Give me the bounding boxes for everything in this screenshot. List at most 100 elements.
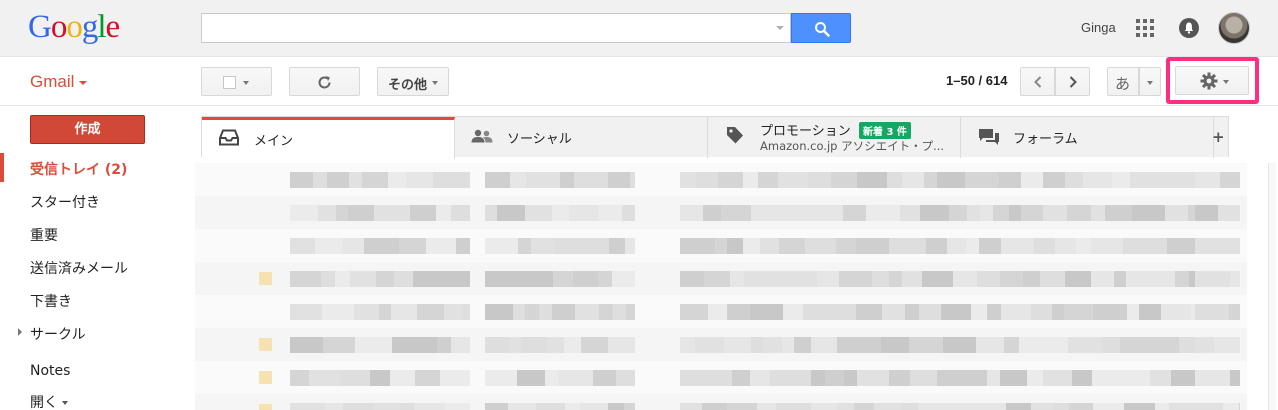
- obscured-text-block: [394, 271, 413, 287]
- obscured-text-block: [727, 238, 743, 254]
- input-tools-dropdown[interactable]: [1139, 67, 1161, 96]
- star-icon[interactable]: [259, 338, 272, 351]
- chevron-down-icon: [243, 81, 249, 85]
- tab-forums[interactable]: フォーラム: [961, 117, 1214, 158]
- search-options-caret-icon[interactable]: [776, 26, 784, 30]
- obscured-text-block: [630, 172, 635, 188]
- obscured-text-block: [887, 172, 902, 188]
- message-row[interactable]: [195, 328, 1247, 361]
- tab-promotions[interactable]: プロモーション 新着 3 件 Amazon.co.jp アソシエイト・プ...: [708, 117, 961, 158]
- obscured-text-block: [1165, 205, 1188, 221]
- star-icon[interactable]: [259, 272, 272, 285]
- obscured-text-block: [1195, 172, 1220, 188]
- obscured-text-block: [770, 370, 798, 386]
- more-actions-button[interactable]: その他: [377, 67, 449, 96]
- notifications-bell-icon[interactable]: [1179, 18, 1199, 38]
- obscured-text-block: [732, 370, 750, 386]
- chevron-down-icon: [62, 401, 68, 405]
- obscured-text-block: [558, 370, 593, 386]
- obscured-text-block: [1223, 403, 1239, 410]
- add-tab-button[interactable]: +: [1212, 128, 1225, 146]
- obscured-text-block: [622, 205, 635, 221]
- obscured-text-block: [1091, 271, 1114, 287]
- refresh-button[interactable]: [289, 67, 360, 96]
- sidebar-item-important[interactable]: 重要: [30, 225, 58, 245]
- tab-primary[interactable]: メイン: [202, 117, 455, 159]
- user-name[interactable]: Ginga: [1081, 20, 1116, 35]
- message-row[interactable]: [195, 163, 1247, 196]
- obscured-text-block: [374, 205, 388, 221]
- sidebar-item-more[interactable]: 開く: [30, 392, 68, 410]
- input-tools-label: あ: [1115, 75, 1131, 93]
- tab-social[interactable]: ソーシャル: [455, 117, 708, 158]
- input-tools-button[interactable]: あ: [1107, 67, 1139, 96]
- sidebar-item-starred[interactable]: スター付き: [30, 192, 100, 212]
- previous-page-button[interactable]: [1020, 67, 1055, 96]
- sidebar-item-notes[interactable]: Notes: [30, 363, 70, 379]
- obscured-text-block: [485, 205, 497, 221]
- obscured-text-block: [526, 172, 560, 188]
- obscured-text-block: [309, 370, 340, 386]
- obscured-text-block: [485, 238, 518, 254]
- obscured-text-block: [1239, 403, 1240, 410]
- obscured-text-block: [700, 370, 717, 386]
- obscured-text-block: [822, 205, 843, 221]
- obscured-text-block: [451, 205, 470, 221]
- obscured-text-block: [426, 238, 456, 254]
- obscured-text-block: [1006, 403, 1031, 410]
- message-row[interactable]: [195, 394, 1247, 410]
- sidebar-item-drafts[interactable]: 下書き: [30, 291, 72, 311]
- obscured-text-block: [1000, 271, 1023, 287]
- chevron-right-icon: [1069, 76, 1077, 88]
- logo-letter: G: [28, 9, 52, 45]
- obscured-text-block: [1091, 238, 1123, 254]
- obscured-text-block: [517, 370, 545, 386]
- select-all-button[interactable]: [201, 67, 272, 96]
- people-icon: [471, 129, 493, 143]
- obscured-text-block: [525, 304, 539, 320]
- account-avatar[interactable]: [1218, 12, 1250, 44]
- google-logo[interactable]: Google: [28, 9, 120, 45]
- new-count-badge: 新着 3 件: [859, 122, 911, 139]
- obscured-text-block: [406, 172, 433, 188]
- obscured-text-block: [290, 403, 325, 410]
- compose-button[interactable]: 作成: [30, 115, 145, 144]
- obscured-text-block: [573, 271, 598, 287]
- next-page-button[interactable]: [1055, 67, 1090, 96]
- obscured-text-block: [456, 172, 470, 188]
- obscured-text-block: [702, 403, 727, 410]
- checkbox-icon[interactable]: [223, 76, 236, 89]
- star-icon[interactable]: [259, 371, 272, 384]
- tab-forums-label: フォーラム: [1013, 132, 1078, 147]
- obscured-text-block: [525, 205, 552, 221]
- message-row[interactable]: [195, 295, 1247, 328]
- obscured-text-block: [503, 271, 518, 287]
- message-list[interactable]: [195, 163, 1247, 410]
- obscured-text-block: [1068, 337, 1103, 353]
- search-button[interactable]: [791, 13, 851, 43]
- obscured-text-block: [727, 403, 757, 410]
- obscured-text-block: [953, 403, 984, 410]
- sidebar-item-inbox[interactable]: 受信トレイ (2): [30, 159, 127, 179]
- obscured-text-block: [782, 337, 794, 353]
- sidebar-item-circles[interactable]: サークル: [30, 324, 86, 344]
- obscured-text-block: [531, 238, 554, 254]
- obscured-text-block: [608, 172, 630, 188]
- message-row[interactable]: [195, 361, 1247, 394]
- gmail-menu[interactable]: Gmail: [30, 72, 88, 92]
- search-input[interactable]: [201, 13, 791, 43]
- message-row[interactable]: [195, 262, 1247, 295]
- message-row[interactable]: [195, 229, 1247, 262]
- settings-button[interactable]: [1175, 66, 1249, 95]
- obscured-text-block: [1230, 370, 1240, 386]
- expand-arrow-icon[interactable]: [18, 328, 22, 336]
- scrollbar[interactable]: [1268, 163, 1276, 410]
- message-row[interactable]: [195, 196, 1247, 229]
- obscured-text-block: [919, 304, 941, 320]
- obscured-text-block: [485, 403, 508, 410]
- obscured-text-block: [680, 370, 700, 386]
- obscured-text-block: [1031, 304, 1052, 320]
- star-icon[interactable]: [259, 404, 272, 410]
- sidebar-item-sent[interactable]: 送信済みメール: [30, 258, 128, 278]
- apps-grid-icon[interactable]: [1136, 19, 1154, 37]
